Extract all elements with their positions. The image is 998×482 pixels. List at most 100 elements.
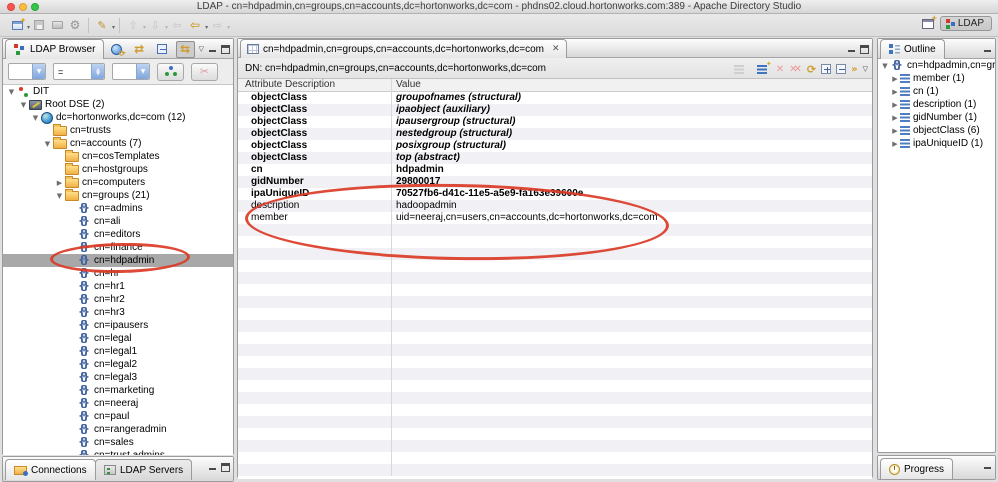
edit-value-button[interactable] — [754, 60, 770, 78]
outline-item-description[interactable]: ▶description (1) — [878, 98, 995, 111]
expand-all-icon[interactable] — [821, 64, 831, 74]
outline-item-member[interactable]: ▶member (1) — [878, 72, 995, 85]
new-entry-button[interactable] — [9, 16, 25, 34]
minimize-view-icon[interactable] — [847, 45, 856, 54]
tab-progress[interactable]: Progress — [880, 458, 953, 479]
collapsed-arrow-icon[interactable]: ▶ — [890, 140, 900, 148]
tree-item-cn-hostgroups[interactable]: cn=hostgroups — [3, 163, 233, 176]
tree-item-cn-computers[interactable]: ▶cn=computers — [3, 176, 233, 189]
tree-item-dit[interactable]: ▼DIT — [3, 85, 233, 98]
expanded-arrow-icon[interactable]: ▼ — [18, 101, 29, 109]
tree-item-cn-legal[interactable]: cn=legal — [3, 332, 233, 345]
tree-item-cn-legal3[interactable]: cn=legal3 — [3, 371, 233, 384]
collapsed-arrow-icon[interactable]: ▶ — [890, 75, 900, 83]
tree-item-cn-legal1[interactable]: cn=legal1 — [3, 345, 233, 358]
minimize-window-button[interactable] — [19, 3, 27, 11]
outline-root[interactable]: ▼cn=hdpadmin,cn=gro — [878, 59, 995, 72]
export-button[interactable]: ⇩ — [147, 16, 163, 34]
tab-entry-editor[interactable]: cn=hdpadmin,cn=groups,cn=accounts,dc=hor… — [240, 39, 567, 58]
table-row[interactable]: descriptionhadoopadmin — [238, 200, 872, 212]
new-dropdown-icon[interactable]: ▾ — [27, 24, 30, 31]
expanded-arrow-icon[interactable]: ▼ — [54, 192, 65, 200]
tree-item-cn-groups[interactable]: ▼cn=groups (21) — [3, 189, 233, 202]
tab-outline[interactable]: Outline — [880, 39, 945, 59]
ldap-perspective-button[interactable]: LDAP — [940, 16, 992, 31]
minimize-view-icon[interactable] — [983, 462, 992, 471]
table-row[interactable]: ipaUniqueID70527fb6-d41c-11e5-a5e9-fa163… — [238, 188, 872, 200]
tree-item-cn-sales[interactable]: cn=sales — [3, 436, 233, 449]
view-menu-icon[interactable]: ▽ — [199, 45, 204, 53]
tree-item-cn-trusts[interactable]: cn=trusts — [3, 124, 233, 137]
minimize-view-icon[interactable] — [983, 45, 992, 54]
rename-button[interactable]: ✎ — [94, 16, 110, 34]
open-perspective-icon[interactable] — [922, 19, 934, 29]
settings-button[interactable]: ⚙ — [67, 16, 83, 34]
tree-item-cn-hdpadmin[interactable]: cn=hdpadmin — [3, 254, 233, 267]
collapsed-arrow-icon[interactable]: ▶ — [54, 179, 65, 187]
tab-ldap-servers[interactable]: LDAP Servers — [95, 459, 192, 480]
outline-item-cn[interactable]: ▶cn (1) — [878, 85, 995, 98]
collapse-all-icon[interactable] — [836, 64, 846, 74]
refresh-button[interactable]: ⇄ — [130, 41, 149, 58]
table-row[interactable]: objectClasstop (abstract) — [238, 152, 872, 164]
outline-item-objectclass[interactable]: ▶objectClass (6) — [878, 124, 995, 137]
back-dropdown-icon[interactable]: ▾ — [205, 24, 208, 31]
tree-item-cn-costemplates[interactable]: cn=cosTemplates — [3, 150, 233, 163]
delete-value-icon[interactable]: ✕ — [776, 64, 784, 75]
filter-attribute-combo[interactable]: ▼ — [8, 63, 46, 80]
editor-menu-icon[interactable]: ▽ — [863, 65, 868, 73]
tree-item-cn-hr3[interactable]: cn=hr3 — [3, 306, 233, 319]
expanded-arrow-icon[interactable]: ▼ — [42, 140, 53, 148]
zoom-window-button[interactable] — [31, 3, 39, 11]
tree-item-dc-hortonworks[interactable]: ▼dc=hortonworks,dc=com (12) — [3, 111, 233, 124]
quick-search-button[interactable]: ✂ — [191, 63, 218, 81]
tree-item-root-dse[interactable]: ▼Root DSE (2) — [3, 98, 233, 111]
collapse-all-button[interactable] — [153, 41, 172, 58]
tab-connections[interactable]: Connections — [5, 459, 96, 480]
hierarchy-view-button[interactable] — [157, 63, 184, 81]
column-value[interactable]: Value — [391, 79, 872, 91]
save-button[interactable] — [31, 16, 47, 34]
tree-item-cn-ali[interactable]: cn=ali — [3, 215, 233, 228]
expanded-arrow-icon[interactable]: ▼ — [30, 114, 41, 122]
tree-item-cn-marketing[interactable]: cn=marketing — [3, 384, 233, 397]
table-row[interactable]: objectClassgroupofnames (structural) — [238, 92, 872, 104]
table-row[interactable]: objectClassipaobject (auxiliary) — [238, 104, 872, 116]
reload-entry-icon[interactable]: ⟳ — [807, 63, 816, 76]
table-row[interactable]: objectClassnestedgroup (structural) — [238, 128, 872, 140]
tree-item-cn-legal2[interactable]: cn=legal2 — [3, 358, 233, 371]
collapsed-arrow-icon[interactable]: ▶ — [890, 101, 900, 109]
minimize-view-icon[interactable] — [208, 463, 217, 472]
tab-ldap-browser[interactable]: LDAP Browser — [5, 39, 104, 59]
back-button[interactable]: ⇦ — [187, 16, 203, 34]
close-window-button[interactable] — [7, 3, 15, 11]
delete-all-values-icon[interactable]: ✕✕ — [789, 64, 802, 75]
table-row[interactable]: gidNumber29800017 — [238, 176, 872, 188]
outline-item-ipauniqueid[interactable]: ▶ipaUniqueID (1) — [878, 137, 995, 150]
tree-item-cn-neeraj[interactable]: cn=neeraj — [3, 397, 233, 410]
expanded-arrow-icon[interactable]: ▼ — [880, 62, 890, 70]
rename-dropdown-icon[interactable]: ▾ — [112, 24, 115, 31]
maximize-view-icon[interactable] — [860, 45, 869, 54]
fetch-operational-attributes-icon[interactable]: » — [851, 64, 857, 75]
column-divider[interactable] — [391, 79, 392, 476]
tree-item-cn-hr2[interactable]: cn=hr2 — [3, 293, 233, 306]
import-button[interactable]: ⇧ — [125, 16, 141, 34]
outline-item-gidnumber[interactable]: ▶gidNumber (1) — [878, 111, 995, 124]
filter-value-combo[interactable]: ▼ — [112, 63, 150, 80]
table-row[interactable]: objectClassposixgroup (structural) — [238, 140, 872, 152]
filter-operator-combo[interactable]: = ▲▼ — [53, 63, 105, 80]
collapsed-arrow-icon[interactable]: ▶ — [890, 127, 900, 135]
maximize-view-icon[interactable] — [221, 463, 230, 472]
tree-item-cn-hr[interactable]: cn=hr — [3, 267, 233, 280]
minimize-view-icon[interactable] — [208, 45, 217, 54]
collapsed-arrow-icon[interactable]: ▶ — [890, 88, 900, 96]
collapsed-arrow-icon[interactable]: ▶ — [890, 114, 900, 122]
maximize-view-icon[interactable] — [221, 45, 230, 54]
link-with-editor-button[interactable]: ⇆ — [176, 41, 195, 58]
column-attribute-description[interactable]: Attribute Description — [238, 79, 391, 91]
tree-item-cn-trust-admins[interactable]: cn=trust admins — [3, 449, 233, 455]
quick-search-web-button[interactable] — [107, 41, 126, 58]
table-row[interactable]: cnhdpadmin — [238, 164, 872, 176]
tree-item-cn-accounts[interactable]: ▼cn=accounts (7) — [3, 137, 233, 150]
